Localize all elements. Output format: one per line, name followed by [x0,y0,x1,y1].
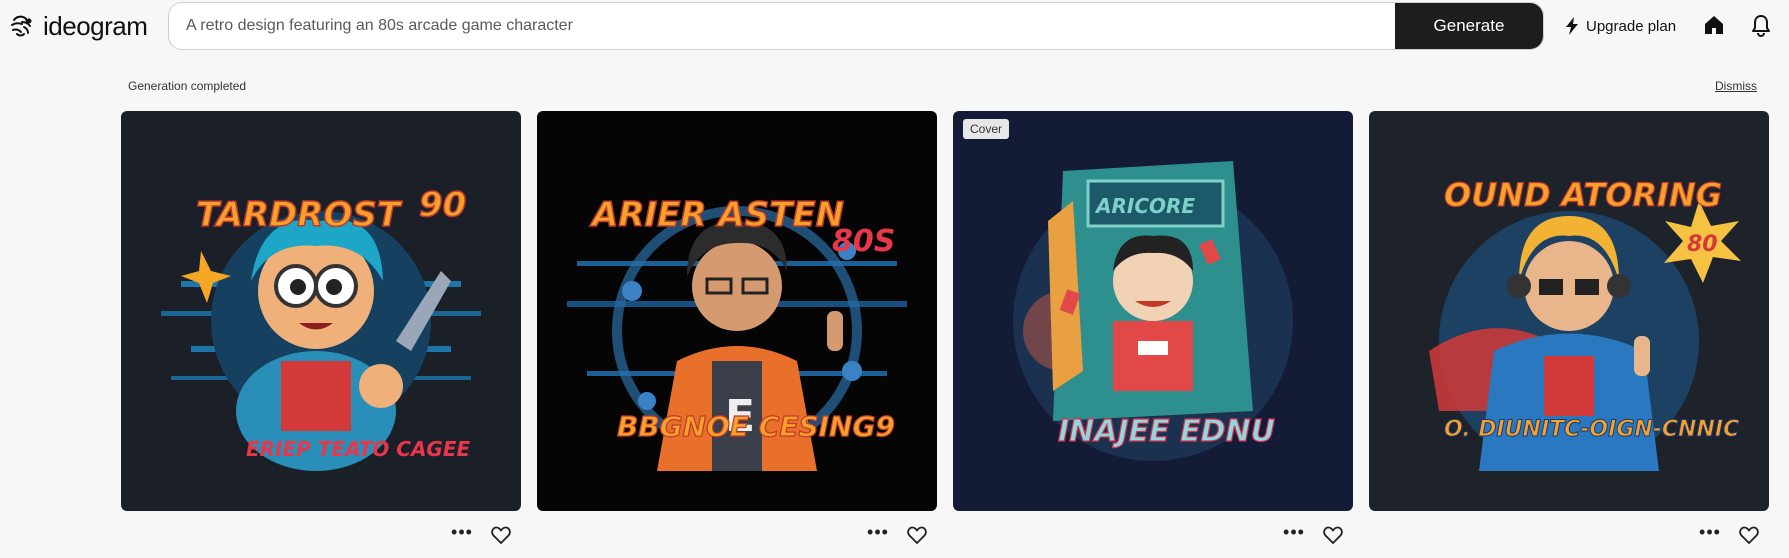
image-title-text: OUND ATORING [1444,176,1722,214]
like-button[interactable] [489,523,513,547]
image-number-text: 80S [832,224,895,259]
image-caption-text: BBGNOE CESING9 [617,410,895,443]
image-title-text: ARICORE [1094,194,1195,218]
image-title-text: ARIER ASTEN [589,195,844,235]
dismiss-link[interactable]: Dismiss [1715,79,1757,93]
heart-icon [907,526,927,544]
like-button[interactable] [1737,523,1761,547]
notifications-button[interactable] [1748,11,1774,39]
upgrade-plan-button[interactable]: Upgrade plan [1564,12,1676,40]
more-options-button[interactable]: ••• [867,522,889,546]
home-icon [1705,16,1723,34]
logo[interactable]: ideogram [8,9,148,43]
home-button[interactable] [1701,11,1727,39]
heart-icon [491,526,511,544]
more-icon: ••• [1283,522,1305,542]
more-icon: ••• [451,522,473,542]
like-button[interactable] [1321,523,1345,547]
card-actions: ••• [867,522,929,548]
image-number-text: 90 [419,185,466,225]
more-options-button[interactable]: ••• [1699,522,1721,546]
generated-image: E ARIER ASTEN 80S BBGNOE CESING9 [537,111,937,511]
more-icon: ••• [1699,522,1721,542]
lightning-icon [1566,17,1578,35]
generated-image-card[interactable]: TARDROST 90 ERIEP TEATO CAGEE [121,111,521,511]
ideogram-logo-icon [11,15,32,37]
image-caption-text: INAJEE EDNU [1058,414,1275,449]
more-options-button[interactable]: ••• [451,522,473,546]
card-actions: ••• [1699,522,1761,548]
heart-icon [1739,526,1759,544]
card-actions: ••• [451,522,513,548]
image-title-text: TARDROST [196,195,403,235]
generated-image-card[interactable]: OUND ATORING 80 O. DIUNITC-OIGN-CNNIC [1369,111,1769,511]
logo-text: ideogram [43,10,148,41]
generated-image-card[interactable]: E ARIER ASTEN 80S BBGNOE CESING9 [537,111,937,511]
cover-badge: Cover [963,119,1010,139]
generate-button[interactable]: Generate [1395,3,1543,49]
prompt-input[interactable] [169,3,1395,49]
prompt-search-bar: Generate [168,2,1544,50]
like-button[interactable] [905,523,929,547]
generated-image: TARDROST 90 ERIEP TEATO CAGEE [121,111,521,511]
heart-icon [1323,526,1343,544]
bell-icon [1752,15,1770,37]
upgrade-plan-label: Upgrade plan [1586,17,1677,35]
top-bar: ideogram Generate Upgrade plan [0,0,1789,52]
more-options-button[interactable]: ••• [1283,522,1305,546]
image-caption-text: ERIEP TEATO CAGEE [246,437,470,461]
generation-status: Generation completed [128,79,247,93]
generated-image-card[interactable]: ARICORE INAJEE EDNU Cover [953,111,1353,511]
generated-image: OUND ATORING 80 O. DIUNITC-OIGN-CNNIC [1369,111,1769,511]
image-number-text: 80 [1687,232,1718,257]
image-caption-text: O. DIUNITC-OIGN-CNNIC [1444,417,1739,442]
more-icon: ••• [867,522,889,542]
generated-image: ARICORE INAJEE EDNU [953,111,1353,511]
card-actions: ••• [1283,522,1345,548]
